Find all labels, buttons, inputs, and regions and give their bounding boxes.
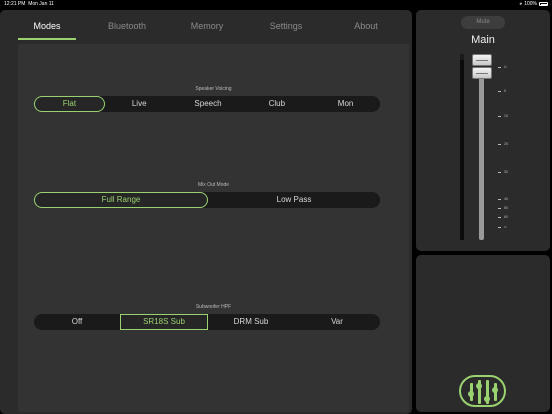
status-time: 12:21 PM Mon Jan 11 [4, 1, 54, 7]
hpf-option-sr18s-sub[interactable]: SR18S Sub [120, 314, 208, 330]
mix-out-mode-title: Mix Out Mode [197, 182, 230, 188]
tab-settings[interactable]: Settings [258, 20, 314, 40]
fader-scale-tick [498, 67, 501, 68]
speaker-voicing-selector: Flat Live Speech Club Mon [34, 96, 380, 112]
voicing-option-club[interactable]: Club [242, 96, 311, 112]
fader-scale-tick [498, 199, 501, 200]
fader-scale-tick [498, 116, 501, 117]
fader-scale-tick [498, 227, 501, 228]
voicing-option-flat[interactable]: Flat [34, 96, 105, 112]
fader-handle[interactable] [472, 54, 492, 80]
fader-scale-label: 30 [504, 170, 508, 174]
modes-panel: Modes Bluetooth Memory Settings About Sp… [0, 10, 412, 414]
voicing-option-live[interactable]: Live [105, 96, 174, 112]
subwoofer-hpf-selector: Off SR18S Sub DRM Sub Var [34, 314, 380, 330]
fader-scale-label: ∞ [504, 225, 507, 229]
fader-scale-tick [498, 217, 501, 218]
fader-scale-label: 50 [504, 206, 508, 210]
fader-scale-tick [498, 144, 501, 145]
mute-button[interactable]: Mute [461, 16, 505, 29]
status-bar: 12:21 PM Mon Jan 11 ◕ 100% [0, 0, 552, 9]
logo-panel [416, 255, 550, 412]
hpf-option-drm-sub[interactable]: DRM Sub [208, 314, 294, 330]
tab-about[interactable]: About [344, 20, 388, 40]
mix-out-mode-selector: Full Range Low Pass [34, 192, 380, 208]
voicing-option-mon[interactable]: Mon [311, 96, 380, 112]
hpf-option-off[interactable]: Off [34, 314, 120, 330]
mix-out-option-full-range[interactable]: Full Range [34, 192, 208, 208]
tab-memory[interactable]: Memory [180, 20, 234, 40]
tab-bluetooth[interactable]: Bluetooth [96, 20, 158, 40]
fader-scale-label: 10 [504, 114, 508, 118]
level-meter-fill [460, 60, 464, 240]
subwoofer-hpf-title: Subwoofer HPF [195, 304, 232, 310]
fader-scale-tick [498, 91, 501, 92]
battery-icon [539, 2, 548, 6]
tab-modes[interactable]: Modes [18, 20, 76, 40]
wifi-icon: ◕ [519, 1, 523, 7]
battery-percent: 100% [524, 1, 537, 7]
mix-out-option-low-pass[interactable]: Low Pass [208, 192, 380, 208]
fader-scale-label: 20 [504, 142, 508, 146]
fader-scale-tick [498, 172, 501, 173]
fader-scale-label: 60 [504, 215, 508, 219]
fader-scale-label: 5 [504, 89, 506, 93]
fader-scale-label: U [504, 65, 507, 69]
level-meter [460, 54, 464, 240]
fader-scale-tick [498, 208, 501, 209]
mixer-faders-logo-icon [459, 375, 506, 407]
channel-name: Main [471, 34, 495, 46]
hpf-option-var[interactable]: Var [294, 314, 380, 330]
status-right: ◕ 100% [519, 1, 548, 7]
tab-bar: Modes Bluetooth Memory Settings About [18, 20, 402, 42]
voicing-option-speech[interactable]: Speech [174, 96, 243, 112]
fader-track[interactable] [479, 70, 484, 240]
speaker-voicing-title: Speaker Voicing [195, 86, 232, 92]
fader-scale-label: 40 [504, 197, 508, 201]
channel-strip: Mute Main U 5 10 20 30 40 50 60 ∞ [416, 10, 550, 251]
modes-content: Speaker Voicing Flat Live Speech Club Mo… [18, 44, 409, 412]
